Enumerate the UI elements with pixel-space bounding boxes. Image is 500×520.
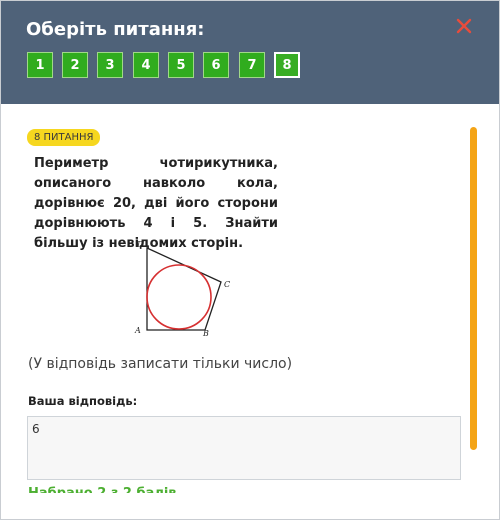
vertex-label-c: C [224,280,230,289]
question-button-4[interactable]: 4 [133,52,159,78]
question-button-1[interactable]: 1 [27,52,53,78]
vertex-label-a: A [134,326,141,335]
question-button-6[interactable]: 6 [203,52,229,78]
question-picker-header: Оберіть питання: 1 2 3 4 5 6 7 8 [1,1,499,104]
question-button-3[interactable]: 3 [97,52,123,78]
question-number-badge: 8 ПИТАННЯ [27,129,101,146]
answer-input[interactable]: 6 [27,416,461,480]
question-button-7[interactable]: 7 [239,52,265,78]
vertex-label-d: D [136,240,144,249]
vertex-label-b: B [202,329,209,336]
scrollbar[interactable] [470,127,477,450]
question-button-2[interactable]: 2 [62,52,88,78]
content-bottom-edge [1,493,499,519]
question-button-5[interactable]: 5 [168,52,194,78]
header-title: Оберіть питання: [26,19,205,40]
question-button-8[interactable]: 8 [274,52,300,78]
quadrilateral-figure: D C A B [134,240,230,336]
inscribed-circle [146,264,212,330]
close-icon[interactable] [453,15,475,37]
answer-label: Ваша відповідь: [28,394,138,408]
question-content: 8 ПИТАННЯ Периметр чотирикутника, описан… [1,104,499,519]
answer-format-note: (У відповідь записати тільки число) [28,356,293,372]
